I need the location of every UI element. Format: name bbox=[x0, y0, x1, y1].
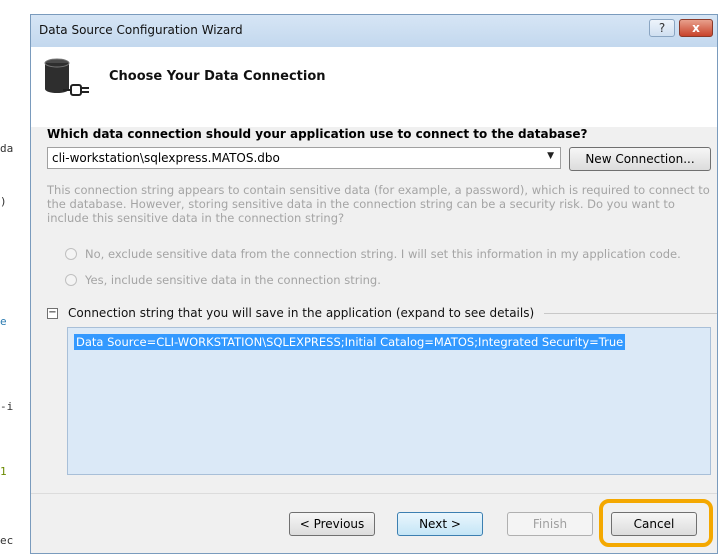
code-fragment: -i bbox=[0, 400, 14, 413]
connection-dropdown[interactable]: cli-workstation\sqlexpress.MATOS.dbo ▼ bbox=[47, 147, 561, 169]
close-button[interactable]: x bbox=[679, 19, 713, 37]
next-button[interactable]: Next > bbox=[397, 512, 483, 536]
page-title: Choose Your Data Connection bbox=[109, 69, 326, 84]
title-bar[interactable]: Data Source Configuration Wizard ? x bbox=[31, 15, 717, 48]
sensitive-data-warning: This connection string appears to contai… bbox=[47, 183, 710, 225]
code-fragment: ec bbox=[0, 534, 14, 547]
new-connection-button[interactable]: New Connection... bbox=[569, 147, 711, 171]
divider bbox=[544, 312, 717, 314]
radio-exclude-sensitive[interactable]: No, exclude sensitive data from the conn… bbox=[65, 247, 681, 261]
connection-question-label: Which data connection should your applic… bbox=[47, 127, 588, 141]
section-label: Connection string that you will save in … bbox=[68, 306, 535, 320]
radio-include-sensitive[interactable]: Yes, include sensitive data in the conne… bbox=[65, 273, 381, 287]
help-button[interactable]: ? bbox=[649, 19, 675, 37]
divider bbox=[31, 493, 717, 494]
collapse-icon[interactable]: − bbox=[47, 307, 58, 319]
wizard-dialog: Data Source Configuration Wizard ? x Cho… bbox=[30, 14, 718, 554]
wizard-header: Choose Your Data Connection bbox=[31, 47, 717, 127]
connection-dropdown-value: cli-workstation\sqlexpress.MATOS.dbo bbox=[52, 151, 280, 165]
connection-string-text[interactable]: Data Source=CLI-WORKSTATION\SQLEXPRESS;I… bbox=[74, 334, 626, 350]
background-code-editor: da ) e -i 1 ec bbox=[0, 0, 30, 554]
code-fragment: e bbox=[0, 315, 7, 328]
cancel-highlight-outline bbox=[599, 499, 713, 547]
previous-button[interactable]: < Previous bbox=[289, 512, 375, 536]
radio-label: Yes, include sensitive data in the conne… bbox=[85, 273, 381, 287]
radio-button-icon bbox=[65, 248, 77, 260]
code-fragment: da bbox=[0, 142, 14, 155]
code-fragment: ) bbox=[0, 195, 7, 208]
chevron-down-icon: ▼ bbox=[547, 151, 554, 161]
connection-string-textbox[interactable]: Data Source=CLI-WORKSTATION\SQLEXPRESS;I… bbox=[67, 327, 711, 475]
finish-button: Finish bbox=[507, 512, 593, 536]
database-plug-icon bbox=[44, 58, 89, 96]
radio-label: No, exclude sensitive data from the conn… bbox=[85, 247, 681, 261]
code-fragment: 1 bbox=[0, 465, 7, 478]
window-title: Data Source Configuration Wizard bbox=[39, 23, 243, 37]
help-icon: ? bbox=[658, 21, 666, 35]
connection-string-section: − Connection string that you will save i… bbox=[47, 305, 717, 321]
radio-button-icon bbox=[65, 274, 77, 286]
close-icon: x bbox=[692, 21, 700, 35]
